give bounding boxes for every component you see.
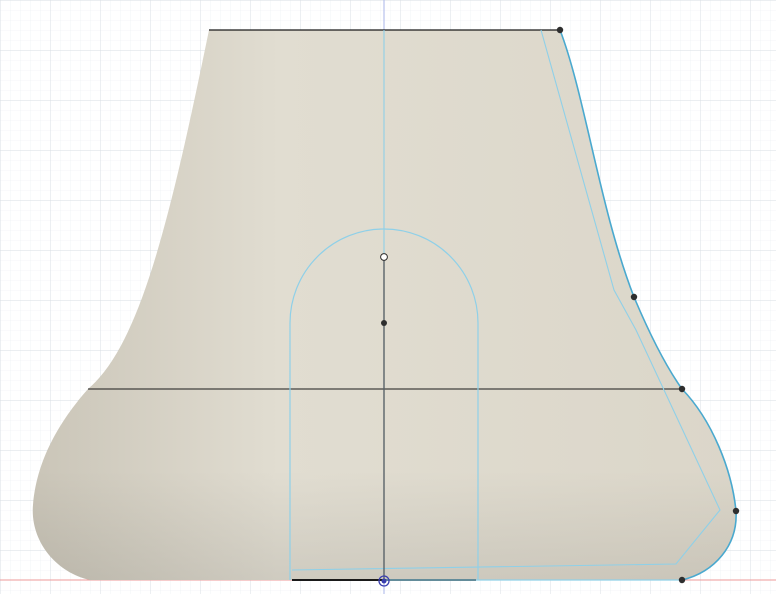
sketch-point-upper[interactable] <box>630 293 638 301</box>
slot-center-point[interactable] <box>381 320 387 326</box>
sketch-point-top[interactable] <box>556 26 564 34</box>
origin-center-point[interactable] <box>381 578 387 584</box>
slot-top-point[interactable] <box>380 253 388 261</box>
sketch-point-mid[interactable] <box>678 385 686 393</box>
sketch-point-lower[interactable] <box>732 507 740 515</box>
sketch-point-bottom[interactable] <box>678 576 686 584</box>
viewport-canvas[interactable] <box>0 0 776 594</box>
design-viewport[interactable] <box>0 0 776 594</box>
